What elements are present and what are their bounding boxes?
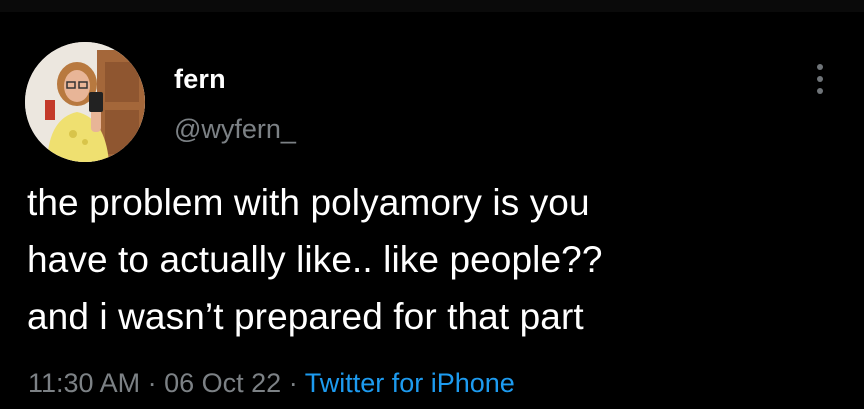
tweet-meta: 11:30 AM · 06 Oct 22 · Twitter for iPhon…	[28, 366, 515, 400]
more-dot	[817, 76, 823, 82]
author-display-name[interactable]: fern	[174, 62, 226, 96]
tweet-source-link[interactable]: Twitter for iPhone	[305, 368, 515, 398]
author-handle[interactable]: @wyfern_	[174, 112, 296, 146]
tweet-text-line: have to actually like.. like people??	[27, 239, 603, 280]
top-divider	[0, 0, 864, 12]
more-dot	[817, 88, 823, 94]
tweet-date[interactable]: 06 Oct 22	[164, 368, 281, 398]
tweet-text-line: and i wasn’t prepared for that part	[27, 296, 584, 337]
tweet-text-line: the problem with polyamory is you	[27, 182, 590, 223]
tweet-time[interactable]: 11:30 AM	[28, 368, 140, 398]
meta-separator: ·	[288, 368, 305, 398]
avatar[interactable]	[25, 42, 145, 162]
meta-separator: ·	[147, 368, 165, 398]
tweet-text: the problem with polyamory is you have t…	[27, 174, 847, 345]
avatar-photo	[25, 42, 145, 162]
more-dot	[817, 64, 823, 70]
tweet-card: fern @wyfern_ the problem with polyamory…	[0, 0, 864, 409]
more-vertical-icon[interactable]	[808, 58, 832, 100]
